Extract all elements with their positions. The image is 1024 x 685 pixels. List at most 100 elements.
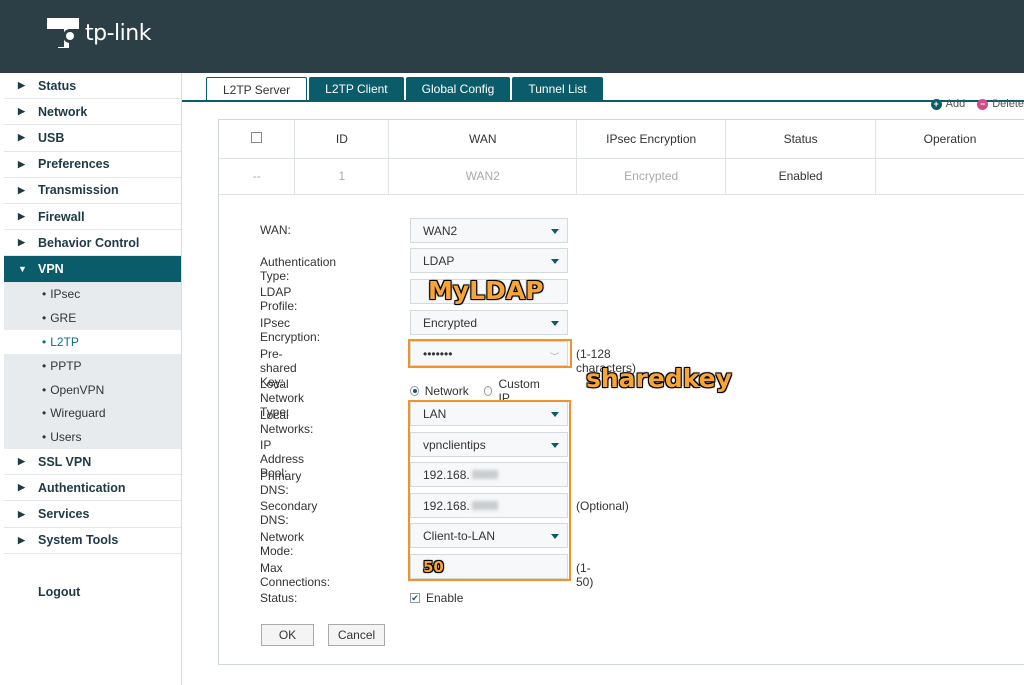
col-header-ipsec: IPsec Encryption [576, 120, 727, 159]
sidebar-item-label: VPN [38, 261, 64, 276]
chevron-right-icon: ▶ [18, 482, 25, 493]
sidebar-item-network[interactable]: ▶ Network [4, 99, 181, 126]
sidebar-subitem-label: L2TP [50, 334, 79, 349]
sidebar-subitem-label: PPTP [50, 358, 82, 373]
row-check: -- [219, 158, 296, 195]
sidebar-item-vpn[interactable]: ▼ VPN [4, 256, 181, 283]
chevron-right-icon: ▶ [18, 132, 25, 143]
caret-down-icon [551, 229, 559, 234]
auth-type-select[interactable]: LDAP [410, 248, 568, 273]
add-icon: + [930, 98, 942, 110]
chevron-down-icon: ▼ [18, 263, 27, 274]
sidebar-item-label: SSL VPN [38, 454, 92, 469]
radio-network[interactable] [410, 386, 419, 396]
row-operation [875, 158, 1024, 195]
sidebar-subitem-label: Users [50, 430, 82, 445]
select-all-checkbox[interactable] [251, 131, 263, 143]
status-enable-row: ✔ Enable [410, 591, 463, 605]
sidebar-item-usb[interactable]: ▶ USB [4, 125, 181, 152]
network-settings-highlight-box [408, 400, 571, 581]
annotation-ldap: MyLDAP [428, 276, 544, 305]
status-label: Status: [260, 591, 298, 605]
auth-type-value: LDAP [423, 253, 455, 268]
local-networks-label: Local Networks: [260, 408, 314, 436]
sidebar-subitem-gre[interactable]: • GRE [4, 306, 181, 330]
sidebar-item-authentication[interactable]: ▶ Authentication [4, 475, 181, 502]
tab-tunnel-list[interactable]: Tunnel List [512, 77, 603, 101]
add-label: Add [945, 98, 966, 110]
ipsec-encryption-select[interactable]: Encrypted [410, 310, 568, 335]
sidebar-item-status[interactable]: ▶ Status [4, 73, 181, 100]
sidebar-item-ssl-vpn[interactable]: ▶ SSL VPN [4, 449, 181, 476]
sidebar-subitem-ipsec[interactable]: • IPsec [4, 283, 181, 307]
sidebar-item-services[interactable]: ▶ Services [4, 501, 181, 528]
network-mode-label: Network Mode: [260, 530, 305, 558]
annotation-psk: sharedkey [586, 364, 732, 393]
select-all-header [219, 120, 296, 159]
add-button[interactable]: + Add [930, 98, 966, 110]
sidebar-item-system-tools[interactable]: ▶ System Tools [4, 528, 181, 554]
cancel-button[interactable]: Cancel [328, 624, 385, 646]
col-header-id: ID [294, 120, 390, 159]
chevron-right-icon: ▶ [18, 211, 25, 222]
table-toolbar: + Add − Delete [919, 98, 1024, 110]
table-row[interactable]: -- 1 WAN2 Encrypted Enabled [219, 158, 1024, 195]
row-ipsec: Encrypted [576, 158, 727, 195]
table-header-row: ID WAN IPsec Encryption Status Operation [219, 120, 1024, 159]
row-id: 1 [294, 158, 390, 195]
sidebar-subitem-pptp[interactable]: • PPTP [4, 354, 181, 378]
delete-button[interactable]: − Delete [977, 98, 1024, 110]
sidebar-item-label: Firewall [38, 209, 85, 224]
top-header: tp-link [0, 0, 1024, 73]
sidebar-subitem-l2tp[interactable]: • L2TP [4, 330, 181, 354]
sidebar-item-label: Transmission [38, 183, 119, 198]
caret-down-icon [551, 321, 559, 326]
sidebar-item-label: Status [38, 78, 77, 93]
row-wan: WAN2 [388, 158, 578, 195]
sidebar-subitem-label: OpenVPN [50, 382, 105, 397]
ldap-profile-label: LDAP Profile: [260, 285, 298, 313]
sidebar-item-firewall[interactable]: ▶ Firewall [4, 204, 181, 231]
chevron-right-icon: ▶ [18, 237, 25, 248]
sidebar-item-transmission[interactable]: ▶ Transmission [4, 178, 181, 204]
sidebar-subitem-label: IPsec [50, 287, 81, 302]
logo-text: tp-link [85, 20, 151, 46]
sidebar-item-label: Authentication [38, 480, 126, 495]
row-status: Enabled [725, 158, 877, 195]
sidebar-subitem-wireguard[interactable]: • Wireguard [4, 401, 181, 425]
max-connections-label: Max Connections: [260, 561, 331, 589]
tab-global-config[interactable]: Global Config [405, 77, 511, 101]
col-header-wan: WAN [388, 120, 578, 159]
radio-network-label: Network [424, 384, 469, 398]
auth-type-label: Authentication Type: [260, 255, 337, 283]
tp-link-logo-icon [47, 18, 79, 48]
sidebar-item-preferences[interactable]: ▶ Preferences [4, 152, 181, 178]
sidebar-subitem-openvpn[interactable]: • OpenVPN [4, 378, 181, 402]
tab-l2tp-server[interactable]: L2TP Server [206, 77, 308, 101]
sidebar-subitem-users[interactable]: • Users [4, 425, 181, 449]
tab-underline [182, 100, 1024, 102]
max-connections-hint: (1-50) [576, 561, 594, 589]
sidebar-item-label: Preferences [38, 157, 110, 172]
chevron-right-icon: ▶ [18, 456, 25, 467]
col-header-status: Status [725, 120, 877, 159]
enable-checkbox[interactable]: ✔ [410, 593, 420, 603]
sidebar-item-behavior-control[interactable]: ▶ Behavior Control [4, 230, 181, 257]
col-header-operation: Operation [875, 120, 1024, 159]
radio-custom-ip[interactable] [483, 386, 493, 396]
tp-link-logo: tp-link [44, 14, 151, 52]
secondary-dns-label: Secondary DNS: [260, 499, 318, 527]
tab-l2tp-client[interactable]: L2TP Client [309, 77, 404, 101]
sidebar: ▶ Status ▶ Network ▶ USB ▶ Preferences ▶ Tran… [4, 73, 182, 685]
logout-link[interactable]: Logout [38, 585, 80, 599]
psk-highlight-box [408, 339, 572, 368]
primary-dns-label: Primary DNS: [260, 469, 302, 497]
tab-bar: L2TP Server L2TP Client Global Config Tu… [206, 77, 605, 101]
secondary-dns-hint: (Optional) [576, 499, 629, 513]
ok-button[interactable]: OK [261, 624, 314, 646]
wan-select[interactable]: WAN2 [410, 218, 568, 243]
sidebar-item-label: USB [38, 130, 65, 145]
sidebar-item-label: Behavior Control [38, 235, 140, 250]
sidebar-item-label: Services [38, 507, 90, 522]
delete-label: Delete [992, 98, 1024, 110]
